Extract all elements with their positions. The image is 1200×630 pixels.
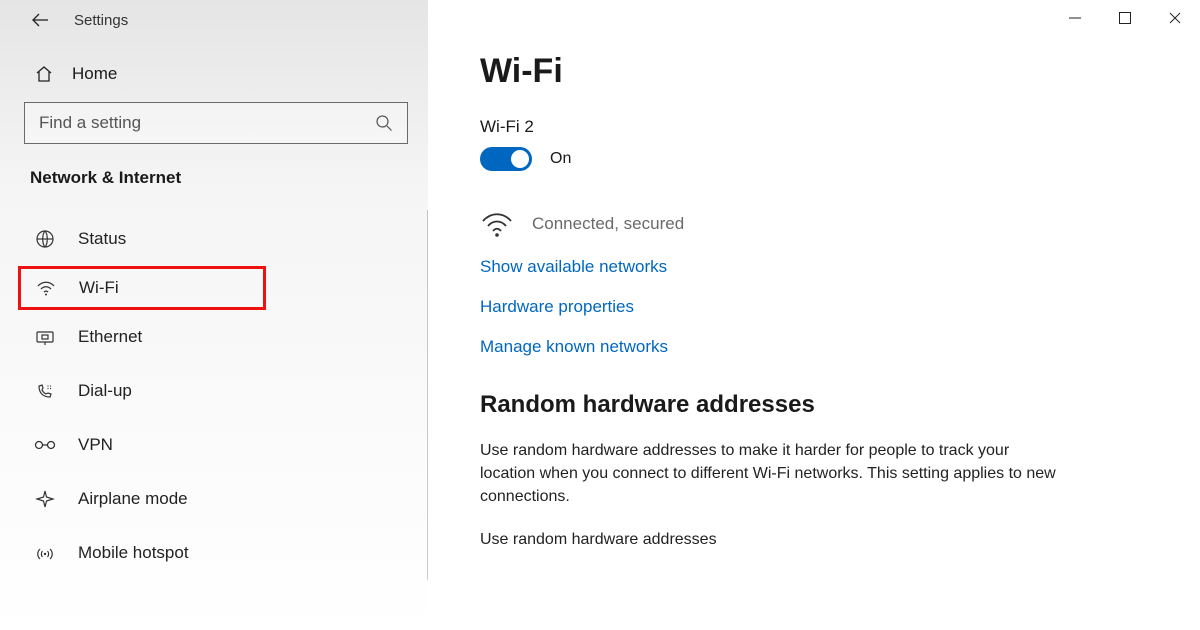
sidebar-item-label: Mobile hotspot xyxy=(78,543,189,563)
adapter-name: Wi-Fi 2 xyxy=(480,117,1152,137)
sidebar-item-hotspot[interactable]: Mobile hotspot xyxy=(0,526,427,580)
home-label: Home xyxy=(72,64,117,84)
link-hardware-properties[interactable]: Hardware properties xyxy=(480,297,1152,317)
back-icon[interactable] xyxy=(30,10,50,30)
airplane-icon xyxy=(34,488,56,510)
sidebar-item-ethernet[interactable]: Ethernet xyxy=(0,310,427,364)
link-available-networks[interactable]: Show available networks xyxy=(480,257,1152,277)
search-input-wrap[interactable] xyxy=(24,102,408,144)
sidebar-item-vpn[interactable]: VPN xyxy=(0,418,427,472)
sidebar-item-label: Status xyxy=(78,229,126,249)
sidebar-item-label: Dial-up xyxy=(78,381,132,401)
random-addresses-heading: Random hardware addresses xyxy=(480,391,1152,419)
sidebar-item-wifi[interactable]: Wi-Fi xyxy=(18,266,266,310)
sidebar-item-label: Ethernet xyxy=(78,327,142,347)
close-button[interactable] xyxy=(1150,0,1200,36)
link-manage-networks[interactable]: Manage known networks xyxy=(480,337,1152,357)
sidebar-item-label: VPN xyxy=(78,435,113,455)
globe-icon xyxy=(34,228,56,250)
sidebar-item-label: Wi-Fi xyxy=(79,278,119,298)
sidebar-item-dialup[interactable]: Dial-up xyxy=(0,364,427,418)
connection-status: Connected, secured xyxy=(532,214,684,234)
window-title: Settings xyxy=(74,12,128,29)
sidebar-item-airplane[interactable]: Airplane mode xyxy=(0,472,427,526)
phone-icon xyxy=(34,380,56,402)
search-input[interactable] xyxy=(39,113,375,133)
minimize-button[interactable] xyxy=(1050,0,1100,36)
toggle-state-label: On xyxy=(550,150,571,168)
hotspot-icon xyxy=(34,542,56,564)
sidebar-item-status[interactable]: Status xyxy=(0,212,427,266)
page-title: Wi-Fi xyxy=(480,52,1152,91)
vpn-icon xyxy=(34,434,56,456)
wifi-toggle[interactable] xyxy=(480,147,532,171)
wifi-signal-icon xyxy=(480,209,514,239)
maximize-button[interactable] xyxy=(1100,0,1150,36)
random-addresses-body: Use random hardware addresses to make it… xyxy=(480,439,1060,509)
wifi-icon xyxy=(35,277,57,299)
category-heading: Network & Internet xyxy=(0,168,428,210)
home-icon xyxy=(34,64,54,84)
search-icon xyxy=(375,114,393,132)
home-nav[interactable]: Home xyxy=(0,36,428,102)
sidebar-item-label: Airplane mode xyxy=(78,489,188,509)
ethernet-icon xyxy=(34,326,56,348)
random-addresses-sublabel: Use random hardware addresses xyxy=(480,531,1152,549)
